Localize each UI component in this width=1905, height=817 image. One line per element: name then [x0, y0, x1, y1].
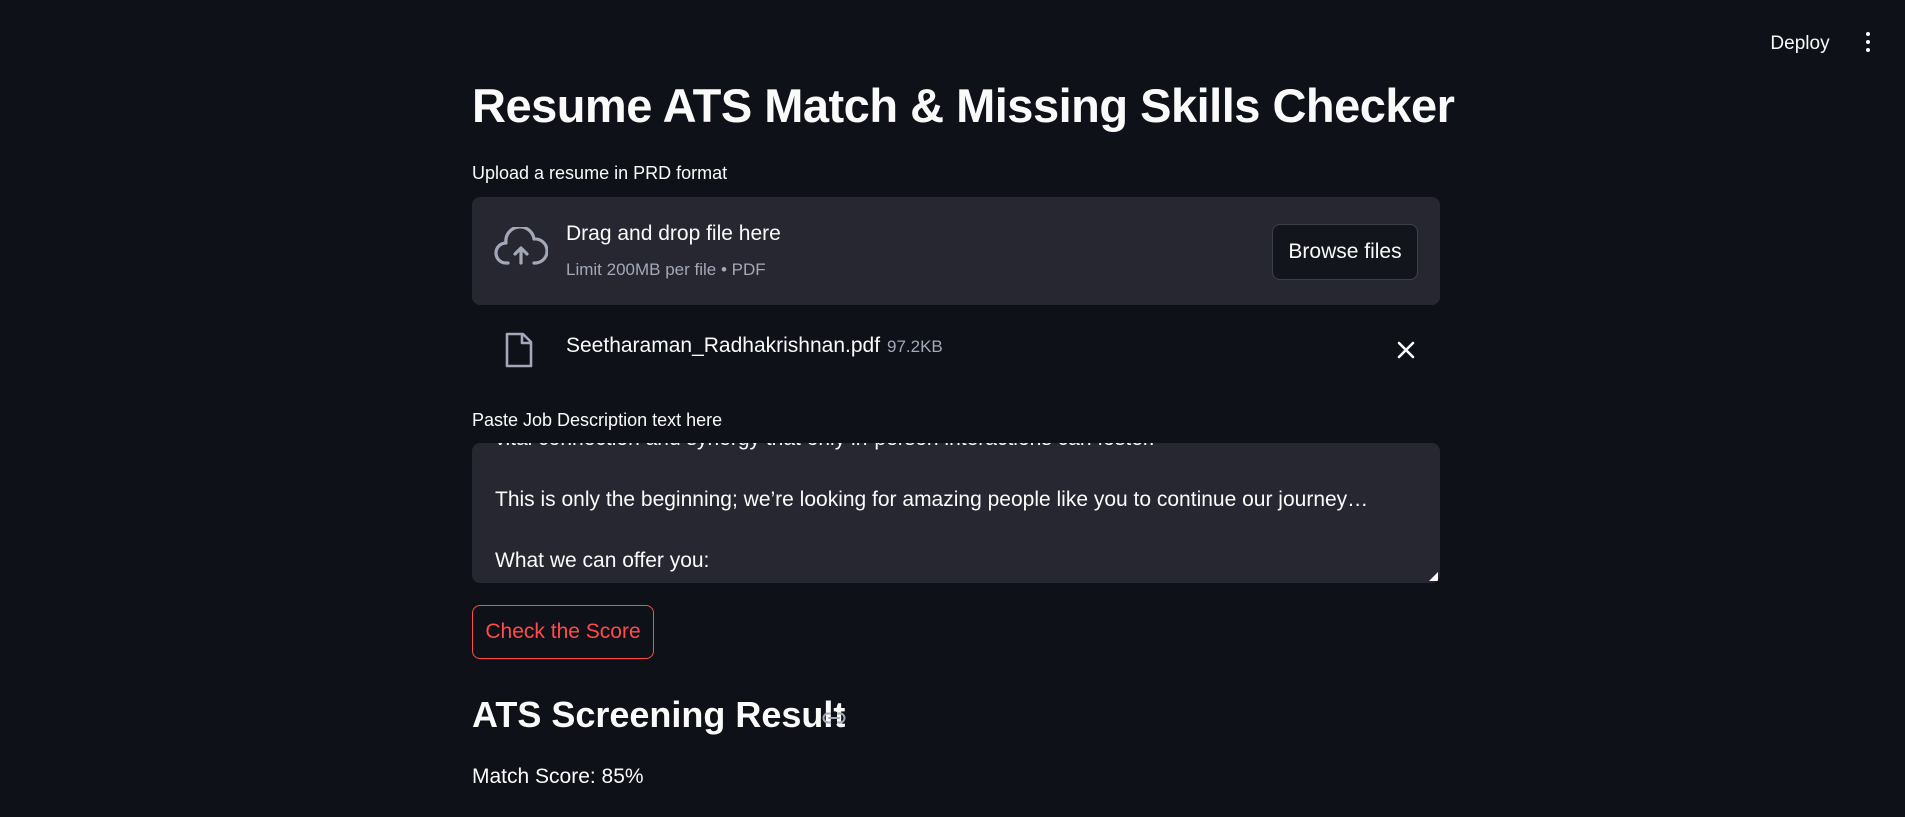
job-description-textarea[interactable]: vital connection and synergy that only i… [472, 443, 1440, 583]
uploaded-file-name: Seetharaman_Radhakrishnan.pdf [566, 334, 881, 357]
job-description-text: vital connection and synergy that only i… [495, 443, 1369, 572]
job-description-label: Paste Job Description text here [472, 410, 723, 430]
match-score: Match Score: 85% [472, 765, 644, 788]
app-header: Deploy [0, 0, 1905, 60]
resize-handle[interactable] [1429, 572, 1438, 581]
page-title: Resume ATS Match & Missing Skills Checke… [472, 79, 1455, 132]
uploaded-file-size: 97.2KB [887, 337, 943, 356]
uploaded-file-row: Seetharaman_Radhakrishnan.pdf 97.2KB [472, 320, 1440, 380]
upload-label: Upload a resume in PRD format [472, 163, 728, 183]
kebab-menu-icon[interactable] [1856, 30, 1880, 58]
cloud-upload-icon [494, 227, 548, 265]
file-icon [505, 332, 533, 368]
check-score-button[interactable]: Check the Score [472, 605, 654, 659]
dropzone-limit: Limit 200MB per file • PDF [566, 260, 766, 279]
close-icon[interactable] [1394, 338, 1418, 362]
deploy-button[interactable]: Deploy [1760, 28, 1840, 60]
link-icon[interactable] [822, 709, 846, 727]
file-dropzone[interactable]: Drag and drop file here Limit 200MB per … [472, 197, 1440, 305]
browse-files-button[interactable]: Browse files [1272, 224, 1418, 280]
dropzone-instructions: Drag and drop file here [566, 222, 781, 245]
result-heading: ATS Screening Result [472, 694, 846, 735]
